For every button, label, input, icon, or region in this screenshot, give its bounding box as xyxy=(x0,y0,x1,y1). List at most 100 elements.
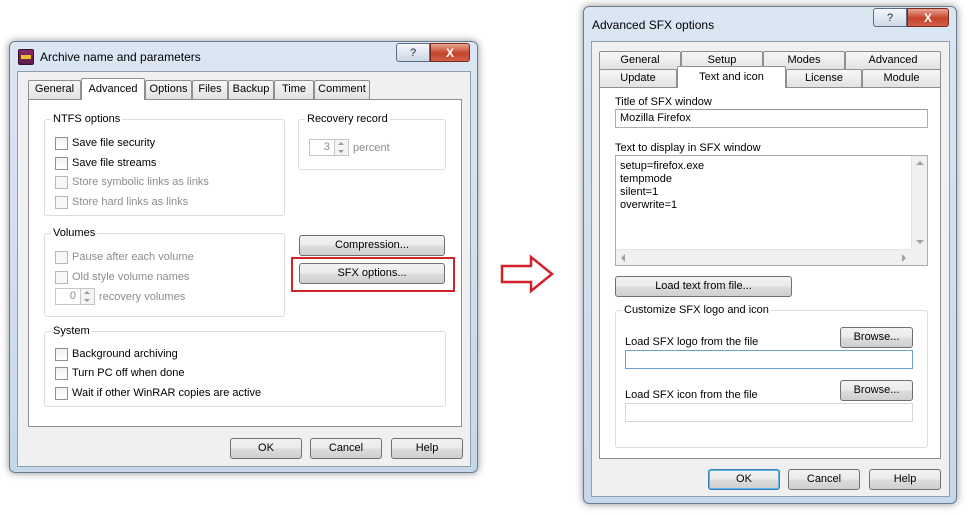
tab-advanced[interactable]: Advanced xyxy=(81,78,145,100)
dialog-client-area: General Advanced Options Files Backup Ti… xyxy=(17,71,471,467)
sfx-icon-label: Load SFX icon from the file xyxy=(625,389,758,401)
sfx-options-dialog: Advanced SFX options ? X General Setup M… xyxy=(583,6,957,504)
close-title-button[interactable]: X xyxy=(430,43,470,62)
tab-files[interactable]: Files xyxy=(192,80,228,99)
help-button[interactable]: Help xyxy=(391,438,463,459)
spin-arrows-icon[interactable] xyxy=(81,288,95,305)
system-group: System Background archiving Turn PC off … xyxy=(44,325,446,407)
checkbox-box xyxy=(55,366,68,380)
ok-button[interactable]: OK xyxy=(708,469,780,490)
scroll-right-icon[interactable] xyxy=(902,254,906,262)
checkbox-label: Background archiving xyxy=(72,348,178,360)
browse-logo-button[interactable]: Browse... xyxy=(840,327,913,348)
checkbox-label: Old style volume names xyxy=(72,271,190,283)
recovery-percent-value[interactable]: 3 xyxy=(309,139,335,156)
checkbox-label: Pause after each volume xyxy=(72,251,194,263)
save-file-streams-checkbox[interactable]: Save file streams xyxy=(55,156,156,170)
text-line: overwrite=1 xyxy=(620,199,678,211)
help-button[interactable]: Help xyxy=(869,469,941,490)
volumes-group: Volumes Pause after each volume Old styl… xyxy=(44,227,285,317)
store-hard-links-checkbox[interactable]: Store hard links as links xyxy=(55,195,188,209)
old-style-volume-names-checkbox[interactable]: Old style volume names xyxy=(55,270,189,284)
checkbox-label: Save file security xyxy=(72,137,156,149)
ntfs-options-group: NTFS options Save file security Save fil… xyxy=(44,113,285,216)
text-and-icon-panel: Title of SFX window Mozilla Firefox Text… xyxy=(599,87,941,459)
title-bar[interactable]: Archive name and parameters ? X xyxy=(10,42,477,70)
tab-advanced[interactable]: Advanced xyxy=(845,51,941,70)
checkbox-label: Wait if other WinRAR copies are active xyxy=(72,387,262,399)
turn-pc-off-checkbox[interactable]: Turn PC off when done xyxy=(55,366,185,380)
window-title: Advanced SFX options xyxy=(592,18,715,32)
recovery-record-label: Recovery record xyxy=(305,113,390,125)
background-archiving-checkbox[interactable]: Background archiving xyxy=(55,347,178,361)
sfx-options-button[interactable]: SFX options... xyxy=(299,263,445,284)
sfx-title-label: Title of SFX window xyxy=(615,96,712,108)
help-title-button[interactable]: ? xyxy=(396,43,430,62)
checkbox-label: Save file streams xyxy=(72,157,157,169)
cancel-button[interactable]: Cancel xyxy=(310,438,382,459)
checkbox-box xyxy=(55,386,68,400)
winrar-icon xyxy=(18,49,34,65)
scroll-left-icon[interactable] xyxy=(621,254,625,262)
sfx-logo-label: Load SFX logo from the file xyxy=(625,336,759,348)
dialog-client-area: General Setup Modes Advanced Update Text… xyxy=(591,41,950,497)
sfx-text-area[interactable]: setup=firefox.exe tempmode silent=1 over… xyxy=(615,155,928,266)
tab-time[interactable]: Time xyxy=(274,80,314,99)
browse-icon-button[interactable]: Browse... xyxy=(840,380,913,401)
load-text-button[interactable]: Load text from file... xyxy=(615,276,792,297)
pause-after-volume-checkbox[interactable]: Pause after each volume xyxy=(55,250,194,264)
cancel-button[interactable]: Cancel xyxy=(788,469,860,490)
checkbox-label: Turn PC off when done xyxy=(72,367,185,379)
tab-general[interactable]: General xyxy=(599,51,681,70)
system-label: System xyxy=(51,325,92,337)
ntfs-options-label: NTFS options xyxy=(51,113,123,125)
tab-module[interactable]: Module xyxy=(862,69,941,88)
tab-backup[interactable]: Backup xyxy=(228,80,274,99)
tab-license[interactable]: License xyxy=(786,69,862,88)
tab-text-and-icon[interactable]: Text and icon xyxy=(677,66,786,88)
horizontal-scrollbar[interactable] xyxy=(616,249,911,265)
save-file-security-checkbox[interactable]: Save file security xyxy=(55,136,155,150)
tab-options[interactable]: Options xyxy=(145,80,192,99)
checkbox-box xyxy=(55,156,68,170)
store-symbolic-links-checkbox[interactable]: Store symbolic links as links xyxy=(55,175,209,189)
wait-other-copies-checkbox[interactable]: Wait if other WinRAR copies are active xyxy=(55,386,261,400)
compression-button[interactable]: Compression... xyxy=(299,235,445,256)
sfx-text-label: Text to display in SFX window xyxy=(615,142,761,154)
checkbox-label: Store hard links as links xyxy=(72,196,189,208)
checkbox-box xyxy=(55,250,68,264)
vertical-scrollbar[interactable] xyxy=(911,156,927,249)
sfx-title-input[interactable]: Mozilla Firefox xyxy=(615,109,928,128)
text-line: setup=firefox.exe xyxy=(620,160,705,172)
archive-dialog: Archive name and parameters ? X General … xyxy=(9,41,478,473)
checkbox-box xyxy=(55,270,68,284)
recovery-volumes-spinner[interactable]: 0 recovery volumes xyxy=(55,288,185,305)
recovery-volumes-label: recovery volumes xyxy=(99,290,186,303)
volumes-label: Volumes xyxy=(51,227,98,239)
percent-label: percent xyxy=(353,141,390,154)
tab-comment[interactable]: Comment xyxy=(314,80,370,99)
advanced-tab-panel: NTFS options Save file security Save fil… xyxy=(28,99,462,427)
window-title: Archive name and parameters xyxy=(40,50,201,64)
text-line: silent=1 xyxy=(620,186,659,198)
checkbox-box xyxy=(55,195,68,209)
tab-general[interactable]: General xyxy=(28,80,81,99)
sfx-logo-icon-group: Customize SFX logo and icon Load SFX log… xyxy=(615,304,928,448)
checkbox-box xyxy=(55,136,68,150)
scroll-up-icon[interactable] xyxy=(916,161,924,165)
title-bar[interactable]: Advanced SFX options ? X xyxy=(584,7,956,35)
tab-update[interactable]: Update xyxy=(599,69,677,88)
help-title-button[interactable]: ? xyxy=(873,8,907,27)
spin-arrows-icon[interactable] xyxy=(335,139,349,156)
checkbox-label: Store symbolic links as links xyxy=(72,176,209,188)
recovery-percent-spinner[interactable]: 3 percent xyxy=(309,139,390,156)
sfx-icon-input[interactable] xyxy=(625,403,913,422)
recovery-volumes-value[interactable]: 0 xyxy=(55,288,81,305)
close-title-button[interactable]: X xyxy=(907,8,949,27)
sfx-logo-input[interactable] xyxy=(625,350,913,369)
checkbox-box xyxy=(55,347,68,361)
ok-button[interactable]: OK xyxy=(230,438,302,459)
scroll-down-icon[interactable] xyxy=(916,240,924,244)
arrow-right-icon xyxy=(500,254,554,294)
sfx-logo-icon-label: Customize SFX logo and icon xyxy=(622,304,771,316)
